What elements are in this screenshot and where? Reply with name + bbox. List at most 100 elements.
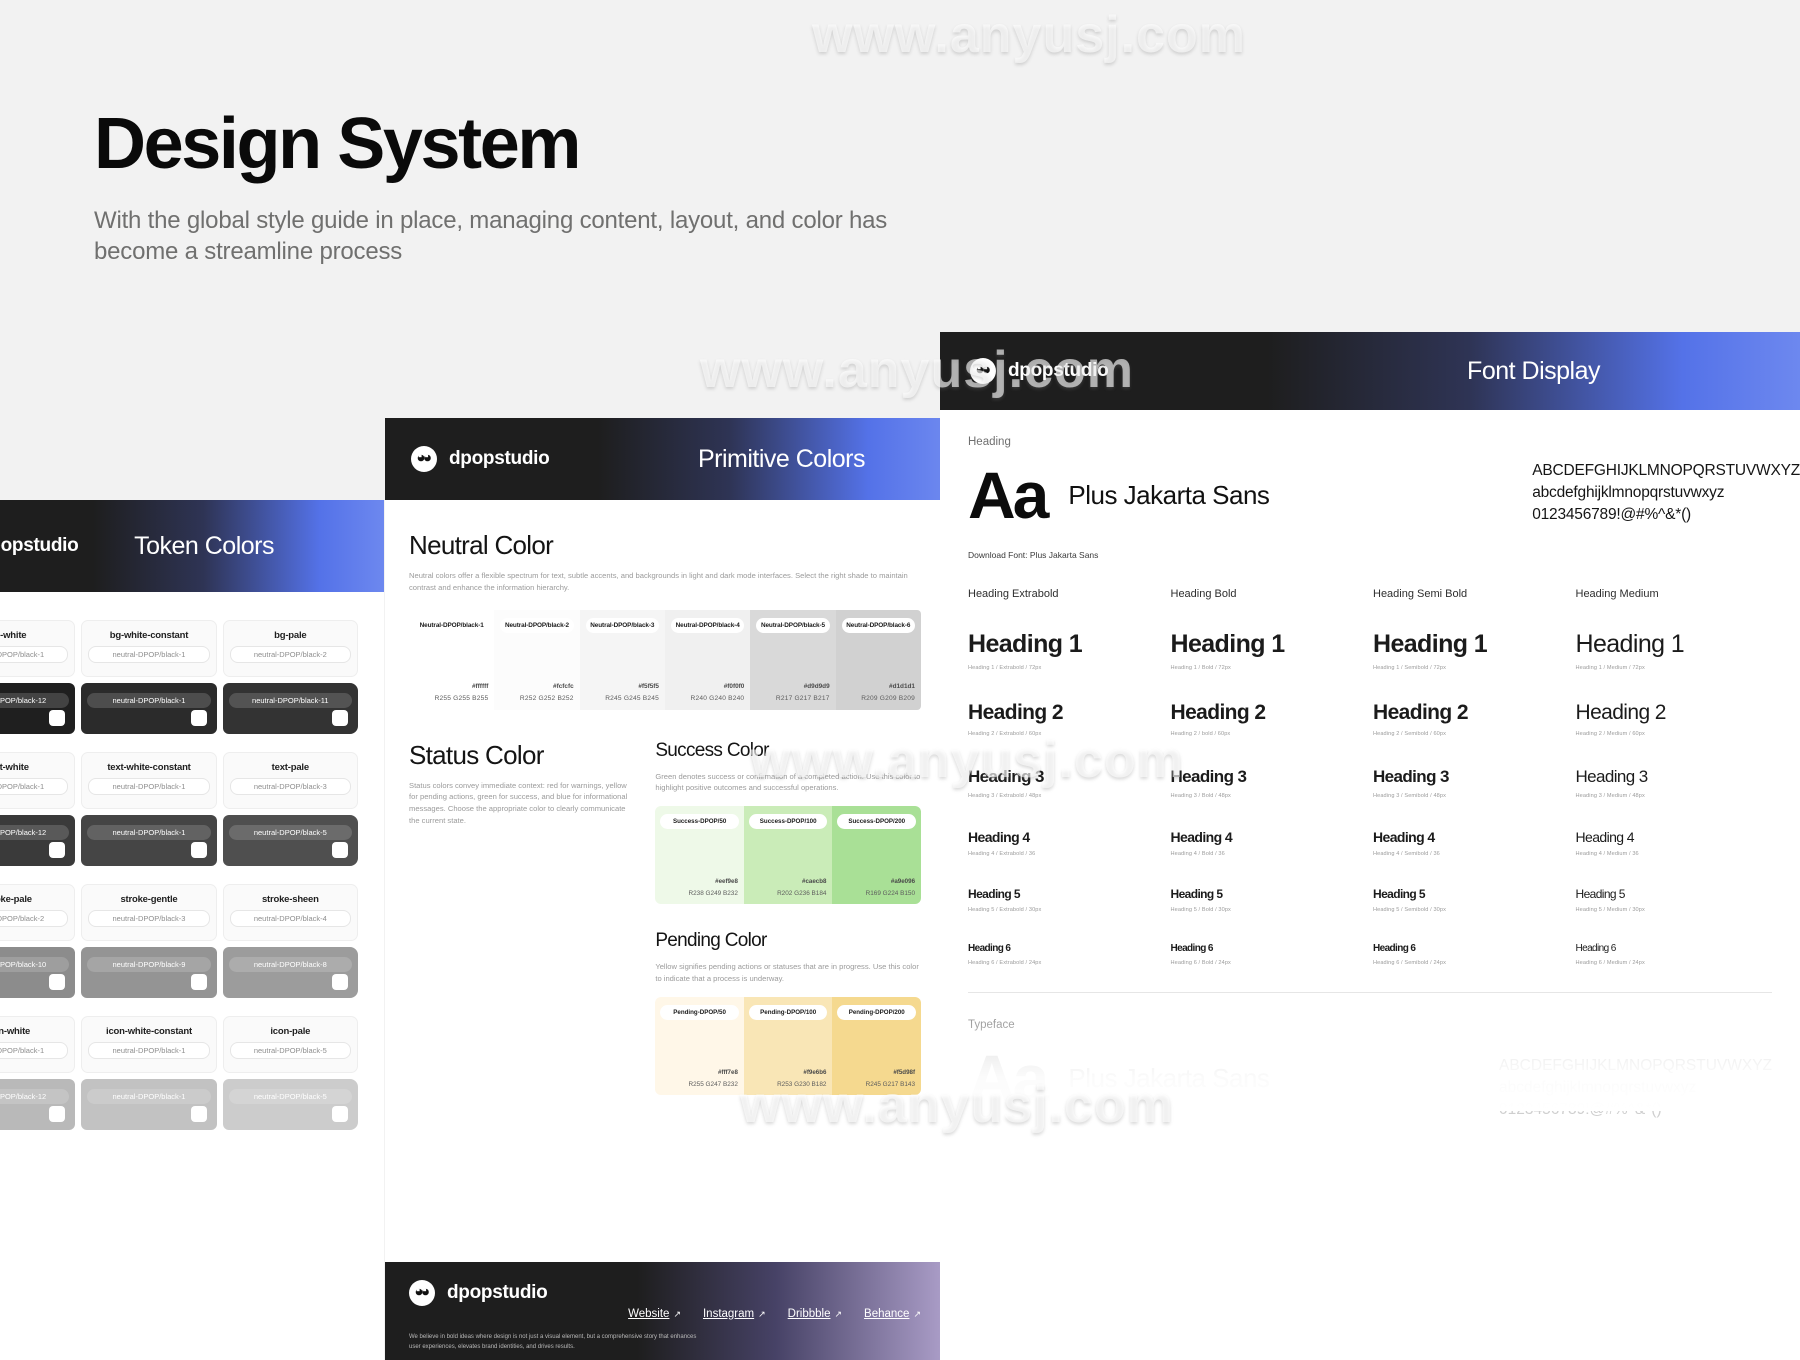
watermark: www.anyusj.com: [812, 5, 1246, 65]
quote-mark-icon: [970, 358, 996, 384]
heading-sample: Heading 2: [1576, 701, 1773, 725]
font-card-header: dpopstudio Font Display: [940, 332, 1800, 410]
token-swatch-dark[interactable]: neutral-DPOP/black-12: [0, 683, 75, 734]
weight-column-header: Heading Semi Bold: [1373, 588, 1570, 600]
heading-sample: Heading 4: [1171, 829, 1368, 845]
heading-sample-cell: Heading 3Heading 3 / Medium / 48px: [1576, 767, 1773, 799]
token-swatch-light[interactable]: text-whiteneutral-DPOP/black-1: [0, 752, 75, 809]
heading-sample: Heading 1: [1373, 630, 1570, 659]
token-chip: [191, 1106, 207, 1122]
token-swatch-light[interactable]: bg-paleneutral-DPOP/black-2: [223, 620, 358, 677]
heading-sample-cell: Heading 4Heading 4 / Semibold / 36: [1373, 829, 1570, 857]
footer-link-dribbble[interactable]: Dribbble↗: [788, 1308, 842, 1320]
specimen-aa: Aa: [968, 462, 1046, 528]
swatch-rgb: R253 G230 B182: [777, 1081, 826, 1088]
token-chip: [191, 842, 207, 858]
pending-swatch[interactable]: Pending-DPOP/50#fff7e8R255 G247 B232: [655, 997, 744, 1095]
brand-lockup: dpopstudio: [970, 358, 1108, 384]
footer-link-behance[interactable]: Behance↗: [864, 1308, 921, 1320]
charset-line: abcdefghijklmnopqrstuvwxyz: [1532, 482, 1800, 504]
token-swatch-dark[interactable]: neutral-DPOP/black-10: [0, 947, 75, 998]
heading-scale-row: Heading 6Heading 6 / Extrabold / 24pxHea…: [968, 943, 1772, 966]
token-swatch-light[interactable]: icon-whiteneutral-DPOP/black-1: [0, 1016, 75, 1073]
success-swatch[interactable]: Success-DPOP/200#a9e096R169 G224 B150: [832, 806, 921, 904]
external-link-icon: ↗: [913, 1309, 921, 1320]
token-group: text-whiteneutral-DPOP/black-1text-white…: [0, 752, 358, 866]
status-color-heading: Status Color: [409, 740, 635, 771]
heading-scale-row: Heading 1Heading 1 / Extrabold / 72pxHea…: [968, 630, 1772, 671]
swatch-label: Neutral-DPOP/black-3: [586, 618, 659, 633]
neutral-swatch[interactable]: Neutral-DPOP/black-6#d1d1d1R209 G209 B20…: [836, 610, 921, 710]
swatch-rgb: R238 G249 B232: [689, 890, 738, 897]
external-link-icon: ↗: [758, 1309, 766, 1320]
footer-link-website[interactable]: Website↗: [628, 1308, 681, 1320]
token-card-body: bg-whiteneutral-DPOP/black-1bg-white-con…: [0, 592, 384, 1130]
swatch-rgb: R202 G236 B184: [777, 890, 826, 897]
success-swatch[interactable]: Success-DPOP/50#eef9e8R238 G249 B232: [655, 806, 744, 904]
token-swatch-dark[interactable]: neutral-DPOP/black-5: [223, 815, 358, 866]
primitive-colors-card: dpopstudio Primitive Colors Neutral Colo…: [385, 418, 945, 1360]
token-swatch-dark[interactable]: neutral-DPOP/black-5: [223, 1079, 358, 1130]
token-swatch-light[interactable]: bg-whiteneutral-DPOP/black-1: [0, 620, 75, 677]
neutral-swatch[interactable]: Neutral-DPOP/black-1#ffffffR255 G255 B25…: [409, 610, 494, 710]
brand-name: dpopstudio: [0, 535, 78, 557]
token-reference: neutral-DPOP/black-9: [87, 957, 210, 972]
token-swatch-dark[interactable]: neutral-DPOP/black-11: [223, 683, 358, 734]
typeface-charset-line: 0123456789!@#%^&*(): [1499, 1099, 1772, 1121]
neutral-swatch[interactable]: Neutral-DPOP/black-2#fcfcfcR252 G252 B25…: [494, 610, 579, 710]
swatch-label: Pending-DPOP/100: [749, 1005, 828, 1020]
heading-sample-cell: Heading 5Heading 5 / Medium / 30px: [1576, 887, 1773, 913]
token-swatch-light[interactable]: text-paleneutral-DPOP/black-3: [223, 752, 358, 809]
heading-sample: Heading 5: [1373, 887, 1570, 901]
token-swatch-dark[interactable]: neutral-DPOP/black-1: [81, 1079, 216, 1130]
quote-mark-icon: [411, 446, 437, 472]
token-swatch-light[interactable]: icon-white-constantneutral-DPOP/black-1: [81, 1016, 216, 1073]
brand-name: dpopstudio: [1008, 360, 1108, 382]
token-swatch-dark[interactable]: neutral-DPOP/black-12: [0, 1079, 75, 1130]
heading-spec: Heading 2 / Semibold / 60px: [1373, 731, 1570, 737]
token-card-title: Token Colors: [134, 532, 274, 561]
token-reference: neutral-DPOP/black-1: [87, 693, 210, 708]
heading-sample: Heading 1: [968, 630, 1165, 659]
brand-lockup: dpopstudio: [409, 1280, 547, 1306]
neutral-swatch[interactable]: Neutral-DPOP/black-3#f5f5f5R245 G245 B24…: [580, 610, 665, 710]
token-name: stroke-gentle: [88, 894, 209, 905]
token-swatch-light[interactable]: text-white-constantneutral-DPOP/black-1: [81, 752, 216, 809]
status-color-block: Status Color Status colors convey immedi…: [409, 740, 635, 1095]
token-name: icon-pale: [230, 1026, 351, 1037]
download-font-link[interactable]: Download Font: Plus Jakarta Sans: [968, 550, 1772, 560]
token-name: text-pale: [230, 762, 351, 773]
swatch-rgb: R255 G247 B232: [689, 1081, 738, 1088]
footer-link-instagram[interactable]: Instagram↗: [703, 1308, 766, 1320]
pending-swatch[interactable]: Pending-DPOP/200#f5d98fR245 G217 B143: [832, 997, 921, 1095]
heading-spec: Heading 3 / Medium / 48px: [1576, 793, 1773, 799]
heading-sample: Heading 6: [968, 943, 1165, 954]
token-swatch-light[interactable]: bg-white-constantneutral-DPOP/black-1: [81, 620, 216, 677]
swatch-label: Neutral-DPOP/black-1: [415, 618, 488, 633]
swatch-rgb: R245 G217 B143: [866, 1081, 915, 1088]
swatch-label: Neutral-DPOP/black-6: [842, 618, 915, 633]
token-swatch-dark[interactable]: neutral-DPOP/black-8: [223, 947, 358, 998]
token-swatch-dark[interactable]: neutral-DPOP/black-9: [81, 947, 216, 998]
token-reference: neutral-DPOP/black-1: [87, 825, 210, 840]
success-swatch[interactable]: Success-DPOP/100#caecb8R202 G236 B184: [744, 806, 833, 904]
token-reference: neutral-DPOP/black-5: [229, 825, 352, 840]
token-chip: [332, 710, 348, 726]
token-swatch-dark[interactable]: neutral-DPOP/black-1: [81, 815, 216, 866]
heading-spec: Heading 3 / Semibold / 48px: [1373, 793, 1570, 799]
neutral-swatch[interactable]: Neutral-DPOP/black-4#f0f0f0R240 G240 B24…: [665, 610, 750, 710]
token-swatch-dark[interactable]: neutral-DPOP/black-1: [81, 683, 216, 734]
token-swatch-light[interactable]: stroke-paleneutral-DPOP/black-2: [0, 884, 75, 941]
heading-spec: Heading 1 / Medium / 72px: [1576, 665, 1773, 671]
pending-swatch[interactable]: Pending-DPOP/100#f9e6b6R253 G230 B182: [744, 997, 833, 1095]
neutral-swatch[interactable]: Neutral-DPOP/black-5#d9d9d9R217 G217 B21…: [750, 610, 835, 710]
weight-column-headers: Heading ExtraboldHeading BoldHeading Sem…: [968, 588, 1772, 600]
pending-color-heading: Pending Color: [655, 930, 921, 952]
heading-sample-cell: Heading 6Heading 6 / Semibold / 24px: [1373, 943, 1570, 966]
heading-spec: Heading 4 / Semibold / 36: [1373, 851, 1570, 857]
token-swatch-light[interactable]: stroke-sheenneutral-DPOP/black-4: [223, 884, 358, 941]
token-swatch-light[interactable]: stroke-gentleneutral-DPOP/black-3: [81, 884, 216, 941]
token-swatch-dark[interactable]: neutral-DPOP/black-12: [0, 815, 75, 866]
weight-column-header: Heading Bold: [1171, 588, 1368, 600]
token-swatch-light[interactable]: icon-paleneutral-DPOP/black-5: [223, 1016, 358, 1073]
